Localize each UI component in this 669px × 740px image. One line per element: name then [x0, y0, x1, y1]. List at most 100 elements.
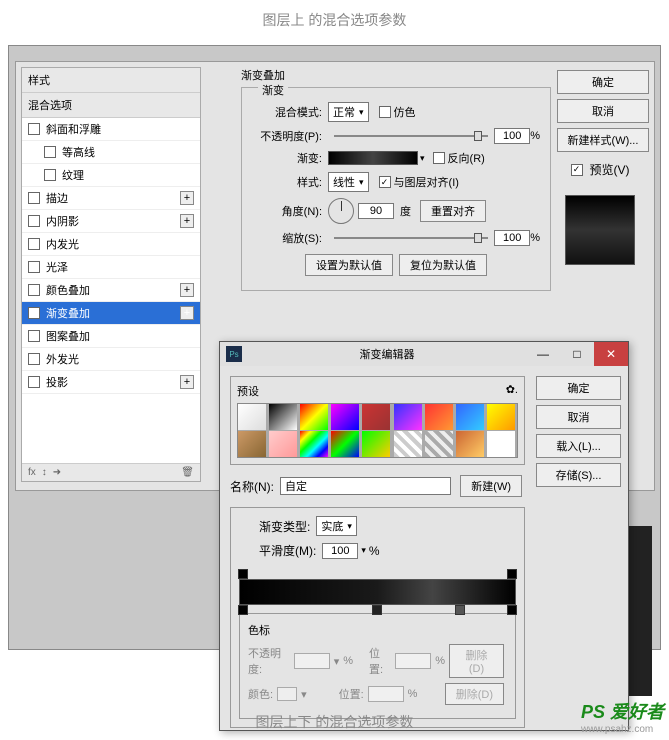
style-label: 外发光	[46, 351, 79, 367]
editor-cancel-button[interactable]: 取消	[536, 405, 621, 429]
cancel-button[interactable]: 取消	[557, 99, 649, 123]
reset-align-button[interactable]: 重置对齐	[420, 200, 486, 222]
style-item[interactable]: 内发光	[22, 233, 200, 256]
editor-load-button[interactable]: 载入(L)...	[536, 434, 621, 458]
style-checkbox[interactable]	[28, 215, 40, 227]
preset-swatch[interactable]	[425, 404, 453, 430]
opacity-input[interactable]	[494, 128, 530, 144]
style-checkbox[interactable]	[44, 146, 56, 158]
style-item[interactable]: ✓渐变叠加+	[22, 302, 200, 325]
preview-checkbox[interactable]: ✓	[571, 164, 583, 176]
preset-swatch[interactable]	[269, 431, 297, 457]
ok-button[interactable]: 确定	[557, 70, 649, 94]
preset-swatch[interactable]	[362, 404, 390, 430]
blend-options-header[interactable]: 混合选项	[22, 93, 200, 118]
style-checkbox[interactable]	[44, 169, 56, 181]
color-swatch	[277, 687, 297, 701]
close-button[interactable]: ✕	[594, 342, 628, 366]
color-stop[interactable]	[455, 605, 465, 615]
gradient-bar[interactable]	[239, 579, 516, 605]
preset-swatch[interactable]	[487, 404, 515, 430]
preset-swatch[interactable]	[331, 404, 359, 430]
style-checkbox[interactable]	[28, 284, 40, 296]
gradient-swatch[interactable]	[328, 151, 418, 165]
style-item[interactable]: 描边+	[22, 187, 200, 210]
preset-swatch[interactable]	[331, 431, 359, 457]
align-checkbox[interactable]: ✓	[379, 176, 391, 188]
preset-swatch[interactable]	[456, 404, 484, 430]
set-default-button[interactable]: 设置为默认值	[305, 254, 393, 276]
arrow-up-down-icon[interactable]: ↕	[42, 467, 47, 478]
fieldset-title: 渐变	[258, 82, 288, 98]
style-checkbox[interactable]	[28, 192, 40, 204]
style-checkbox[interactable]	[28, 330, 40, 342]
preset-swatch[interactable]	[238, 404, 266, 430]
type-label: 渐变类型:	[259, 518, 310, 535]
editor-ok-button[interactable]: 确定	[536, 376, 621, 400]
style-item[interactable]: 等高线	[22, 141, 200, 164]
smooth-input[interactable]	[322, 543, 358, 559]
preset-swatch[interactable]	[394, 431, 422, 457]
new-style-button[interactable]: 新建样式(W)...	[557, 128, 649, 152]
preset-swatch[interactable]	[300, 431, 328, 457]
blend-mode-select[interactable]: 正常	[328, 102, 369, 122]
gear-icon[interactable]: ✿.	[506, 383, 518, 399]
style-checkbox[interactable]	[28, 238, 40, 250]
arrow-right-icon[interactable]: ➜	[53, 467, 61, 478]
preset-swatch[interactable]	[269, 404, 297, 430]
opacity-slider[interactable]	[334, 135, 488, 137]
style-item[interactable]: 颜色叠加+	[22, 279, 200, 302]
style-checkbox[interactable]	[28, 376, 40, 388]
style-checkbox[interactable]	[28, 261, 40, 273]
preset-swatch[interactable]	[362, 431, 390, 457]
color-stop[interactable]	[238, 605, 248, 615]
type-select[interactable]: 实底	[316, 516, 357, 536]
angle-dial[interactable]	[328, 198, 354, 224]
preset-swatch[interactable]	[238, 431, 266, 457]
reverse-checkbox[interactable]	[433, 152, 445, 164]
editor-save-button[interactable]: 存储(S)...	[536, 463, 621, 487]
style-label: 样式:	[252, 174, 322, 190]
new-button[interactable]: 新建(W)	[460, 475, 522, 497]
scale-label: 缩放(S):	[252, 230, 322, 246]
add-effect-button[interactable]: +	[180, 306, 194, 320]
style-select[interactable]: 线性	[328, 172, 369, 192]
opacity-stop[interactable]	[238, 569, 248, 579]
name-input[interactable]	[280, 477, 451, 495]
style-checkbox[interactable]	[28, 353, 40, 365]
angle-input[interactable]	[358, 203, 394, 219]
dither-checkbox[interactable]	[379, 106, 391, 118]
maximize-button[interactable]: □	[560, 342, 594, 366]
style-item[interactable]: 外发光	[22, 348, 200, 371]
add-effect-button[interactable]: +	[180, 283, 194, 297]
preset-swatch[interactable]	[394, 404, 422, 430]
add-effect-button[interactable]: +	[180, 375, 194, 389]
color-stop[interactable]	[507, 605, 517, 615]
preset-swatch[interactable]	[425, 431, 453, 457]
style-item[interactable]: 内阴影+	[22, 210, 200, 233]
trash-icon[interactable]: 🗑	[181, 467, 194, 478]
add-effect-button[interactable]: +	[180, 191, 194, 205]
chevron-down-icon[interactable]: ▾	[420, 153, 425, 164]
opacity-stop[interactable]	[507, 569, 517, 579]
style-item[interactable]: 光泽	[22, 256, 200, 279]
preset-swatch[interactable]	[456, 431, 484, 457]
style-item[interactable]: 斜面和浮雕	[22, 118, 200, 141]
reset-default-button[interactable]: 复位为默认值	[399, 254, 487, 276]
scale-slider[interactable]	[334, 237, 488, 239]
presets-label: 预设	[237, 383, 259, 399]
color-stop[interactable]	[372, 605, 382, 615]
titlebar[interactable]: Ps 渐变编辑器 — □ ✕	[220, 342, 628, 366]
style-checkbox[interactable]: ✓	[28, 307, 40, 319]
add-effect-button[interactable]: +	[180, 214, 194, 228]
scale-input[interactable]	[494, 230, 530, 246]
style-checkbox[interactable]	[28, 123, 40, 135]
style-item[interactable]: 纹理	[22, 164, 200, 187]
style-item[interactable]: 投影+	[22, 371, 200, 394]
style-item[interactable]: 图案叠加	[22, 325, 200, 348]
minimize-button[interactable]: —	[526, 342, 560, 366]
style-label: 内发光	[46, 236, 79, 252]
preset-swatch[interactable]	[487, 431, 515, 457]
preset-swatch[interactable]	[300, 404, 328, 430]
chevron-down-icon[interactable]: ▾	[361, 545, 366, 556]
